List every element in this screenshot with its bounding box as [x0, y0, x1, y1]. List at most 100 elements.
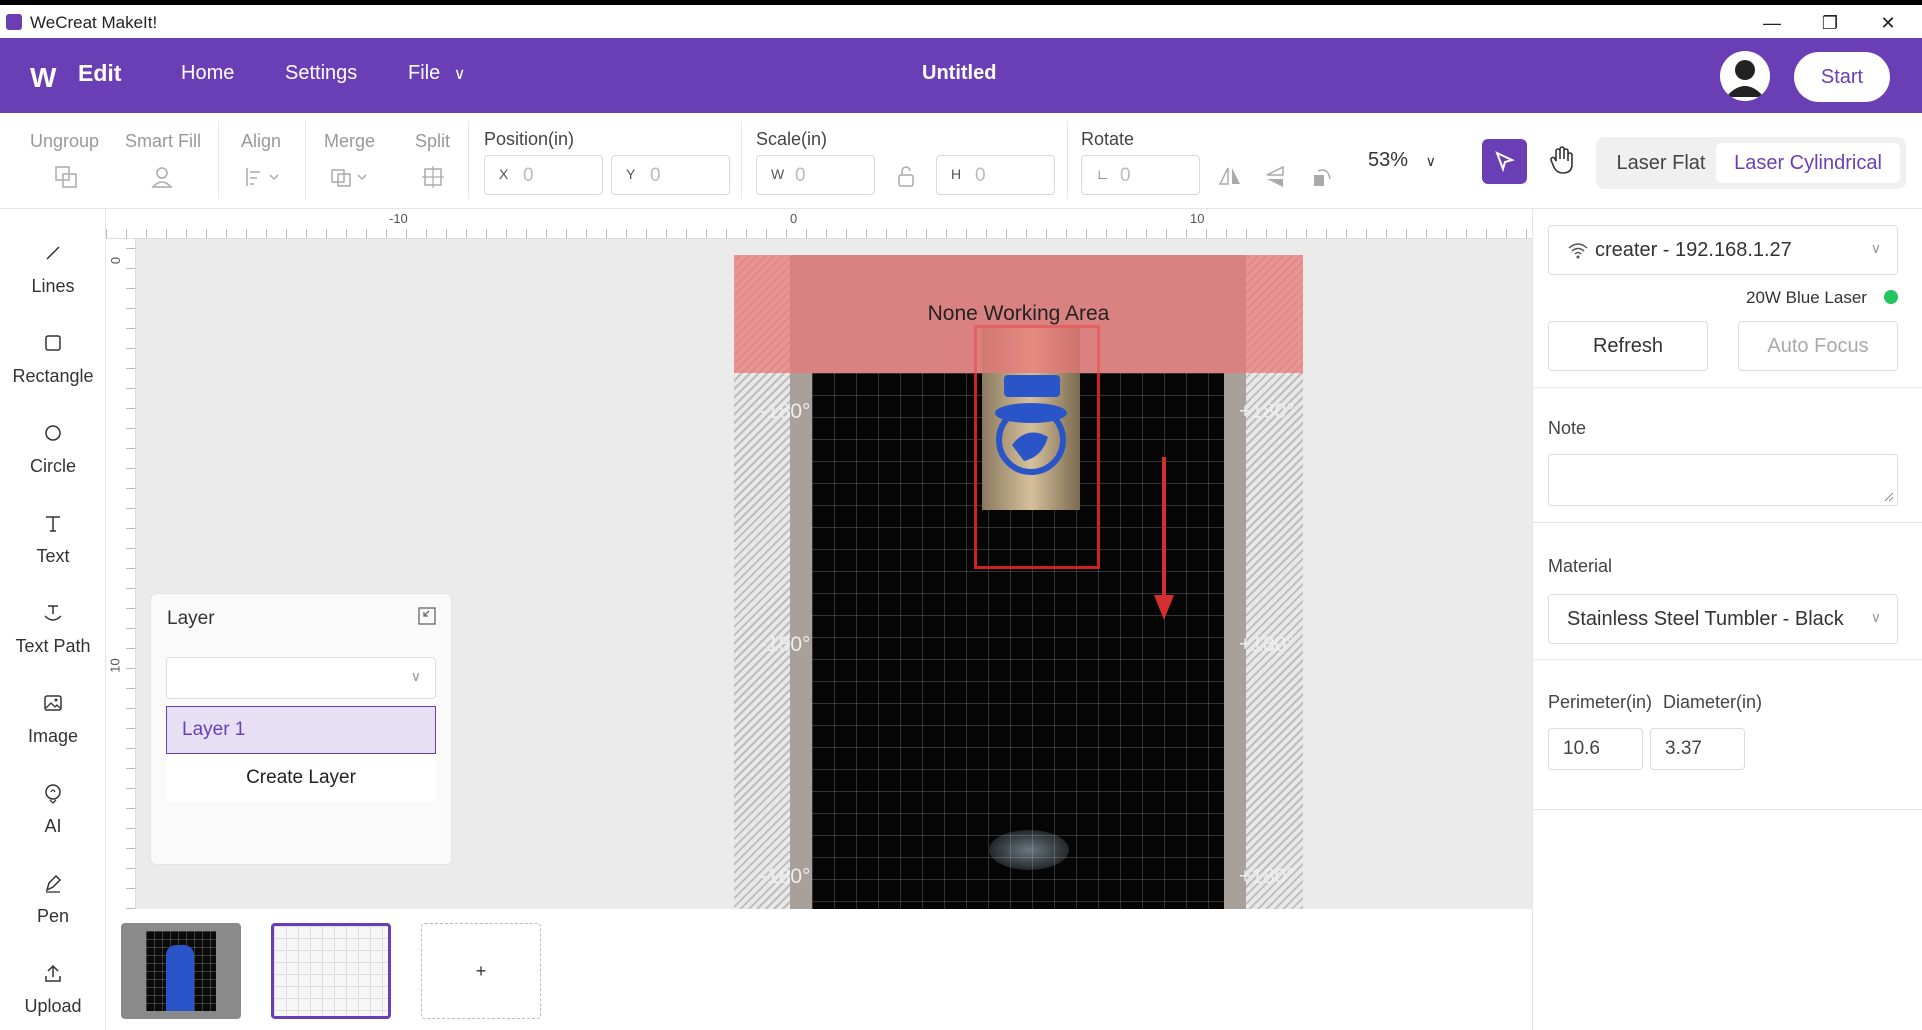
divider	[1533, 809, 1922, 810]
toolbar-divider	[468, 121, 469, 199]
pan-tool-button[interactable]	[1548, 145, 1576, 180]
laser-flat-tab[interactable]: Laser Flat	[1606, 143, 1716, 183]
degree-label: -180°	[760, 865, 811, 888]
lock-ratio-button[interactable]	[896, 165, 916, 193]
app-icon	[6, 14, 22, 30]
ruler-tick-label: 10	[107, 658, 123, 673]
create-layer-button[interactable]: Create Layer	[166, 754, 436, 802]
nav-home[interactable]: Home	[181, 62, 234, 85]
zoom-select[interactable]: 53% ∨	[1368, 149, 1436, 172]
align-label: Align	[241, 131, 282, 151]
avatar[interactable]	[1720, 51, 1770, 101]
degree-label: -180°	[760, 400, 811, 423]
collapse-panel-button[interactable]	[417, 606, 437, 626]
tool-text[interactable]: Text	[0, 512, 106, 567]
tool-ai[interactable]: AI	[0, 782, 106, 837]
tool-pen[interactable]: Pen	[0, 872, 106, 927]
laser-mode-switch: Laser Flat Laser Cylindrical	[1596, 137, 1906, 189]
glare	[989, 830, 1069, 870]
tool-label: Lines	[31, 276, 75, 296]
layer-panel-title: Layer	[167, 608, 215, 629]
rotate-value: 0	[1120, 165, 1131, 186]
flip-vertical-button[interactable]	[1264, 165, 1288, 193]
status-dot	[1884, 290, 1898, 304]
tool-label: Rectangle	[12, 366, 94, 386]
ruler-tick-label: 10	[1190, 211, 1205, 226]
material-select[interactable]: Stainless Steel Tumbler - Black ∨	[1548, 594, 1898, 644]
ungroup-button[interactable]	[54, 165, 78, 195]
flip-vertical-icon	[1266, 165, 1284, 187]
rotate-90-button[interactable]	[1310, 165, 1334, 193]
text-icon	[0, 512, 106, 536]
ruler-tick-label: 0	[790, 211, 798, 226]
flip-horizontal-button[interactable]	[1218, 165, 1242, 193]
scale-w-input[interactable]: W 0	[756, 155, 875, 195]
unlock-icon	[898, 166, 914, 187]
merge-icon	[331, 169, 367, 187]
start-button[interactable]: Start	[1794, 52, 1890, 102]
window-title: WeCreat MakeIt!	[30, 13, 158, 32]
hand-icon	[1550, 146, 1573, 174]
nav-file[interactable]: File ∨	[408, 62, 466, 85]
toolbar-divider	[218, 121, 219, 199]
degree-label: +180°	[1239, 400, 1295, 423]
note-textarea[interactable]	[1548, 454, 1898, 506]
page-thumbnail-selected[interactable]	[271, 923, 391, 1019]
ruler-tick-label: -10	[389, 211, 408, 226]
smart-fill-button[interactable]	[150, 165, 174, 195]
tool-upload[interactable]: Upload	[0, 962, 106, 1017]
position-y-input[interactable]: Y 0	[611, 155, 730, 195]
diameter-input[interactable]: 3.37	[1650, 728, 1745, 770]
tool-label: Image	[27, 726, 79, 746]
h-value: 0	[975, 165, 986, 186]
minimize-button[interactable]: —	[1752, 9, 1792, 37]
layer-item[interactable]: Layer 1	[166, 706, 436, 754]
tool-rectangle[interactable]: Rectangle	[0, 332, 106, 387]
auto-focus-button[interactable]: Auto Focus	[1738, 321, 1898, 371]
ruler-top: -10 0 10	[106, 209, 1532, 239]
work-area[interactable]: None Working Area -180° +180° -180° +180…	[734, 255, 1303, 909]
tool-text-path[interactable]: Text Path	[0, 602, 106, 657]
text-path-icon	[0, 602, 106, 626]
perimeter-label: Perimeter(in)	[1548, 692, 1653, 712]
chevron-down-icon: ∨	[453, 66, 466, 83]
rotate-input[interactable]: ∟ 0	[1081, 155, 1200, 195]
degree-label: +180°	[1239, 865, 1295, 888]
user-icon	[1726, 60, 1764, 97]
close-button[interactable]: ✕	[1868, 9, 1908, 37]
position-x-input[interactable]: X 0	[484, 155, 603, 195]
restore-button[interactable]: ❐	[1810, 9, 1850, 37]
layer-panel: Layer ∨ Layer 1 Create Layer	[150, 593, 452, 865]
device-select[interactable]: creater - 192.168.1.27 ∨	[1548, 225, 1898, 275]
resize-handle-icon[interactable]	[1884, 492, 1894, 502]
align-button[interactable]	[244, 165, 284, 195]
degree-label: +180°	[1239, 633, 1295, 656]
page-thumbnail[interactable]	[121, 923, 241, 1019]
tool-label: AI	[44, 816, 62, 836]
chevron-down-icon: ∨	[1425, 153, 1436, 169]
circle-icon	[0, 422, 106, 446]
layer-select[interactable]: ∨	[166, 657, 436, 699]
nav-file-label: File	[408, 62, 441, 84]
tool-lines[interactable]: Lines	[0, 242, 106, 297]
refresh-button[interactable]: Refresh	[1548, 321, 1708, 371]
tool-image[interactable]: Image	[0, 692, 106, 747]
scale-h-input[interactable]: H 0	[936, 155, 1055, 195]
divider	[1533, 387, 1922, 388]
chevron-down-icon: ∨	[1870, 240, 1881, 256]
merge-button[interactable]	[330, 165, 374, 195]
menubar: W Edit Home Settings File ∨ Untitled Sta…	[0, 38, 1922, 113]
add-page-button[interactable]: +	[421, 923, 541, 1019]
select-tool-button[interactable]	[1482, 139, 1527, 184]
wifi-icon	[1568, 243, 1588, 259]
split-button[interactable]	[421, 165, 445, 195]
nav-settings[interactable]: Settings	[285, 62, 357, 85]
laser-cylindrical-tab[interactable]: Laser Cylindrical	[1716, 143, 1900, 183]
image-icon	[0, 692, 106, 716]
window-titlebar: WeCreat MakeIt! — ❐ ✕	[0, 0, 1922, 38]
scale-label: Scale(in)	[756, 129, 828, 149]
tool-circle[interactable]: Circle	[0, 422, 106, 477]
perimeter-input[interactable]: 10.6	[1548, 728, 1643, 770]
mode-label: Edit	[78, 60, 122, 86]
x-value: 0	[523, 165, 534, 186]
